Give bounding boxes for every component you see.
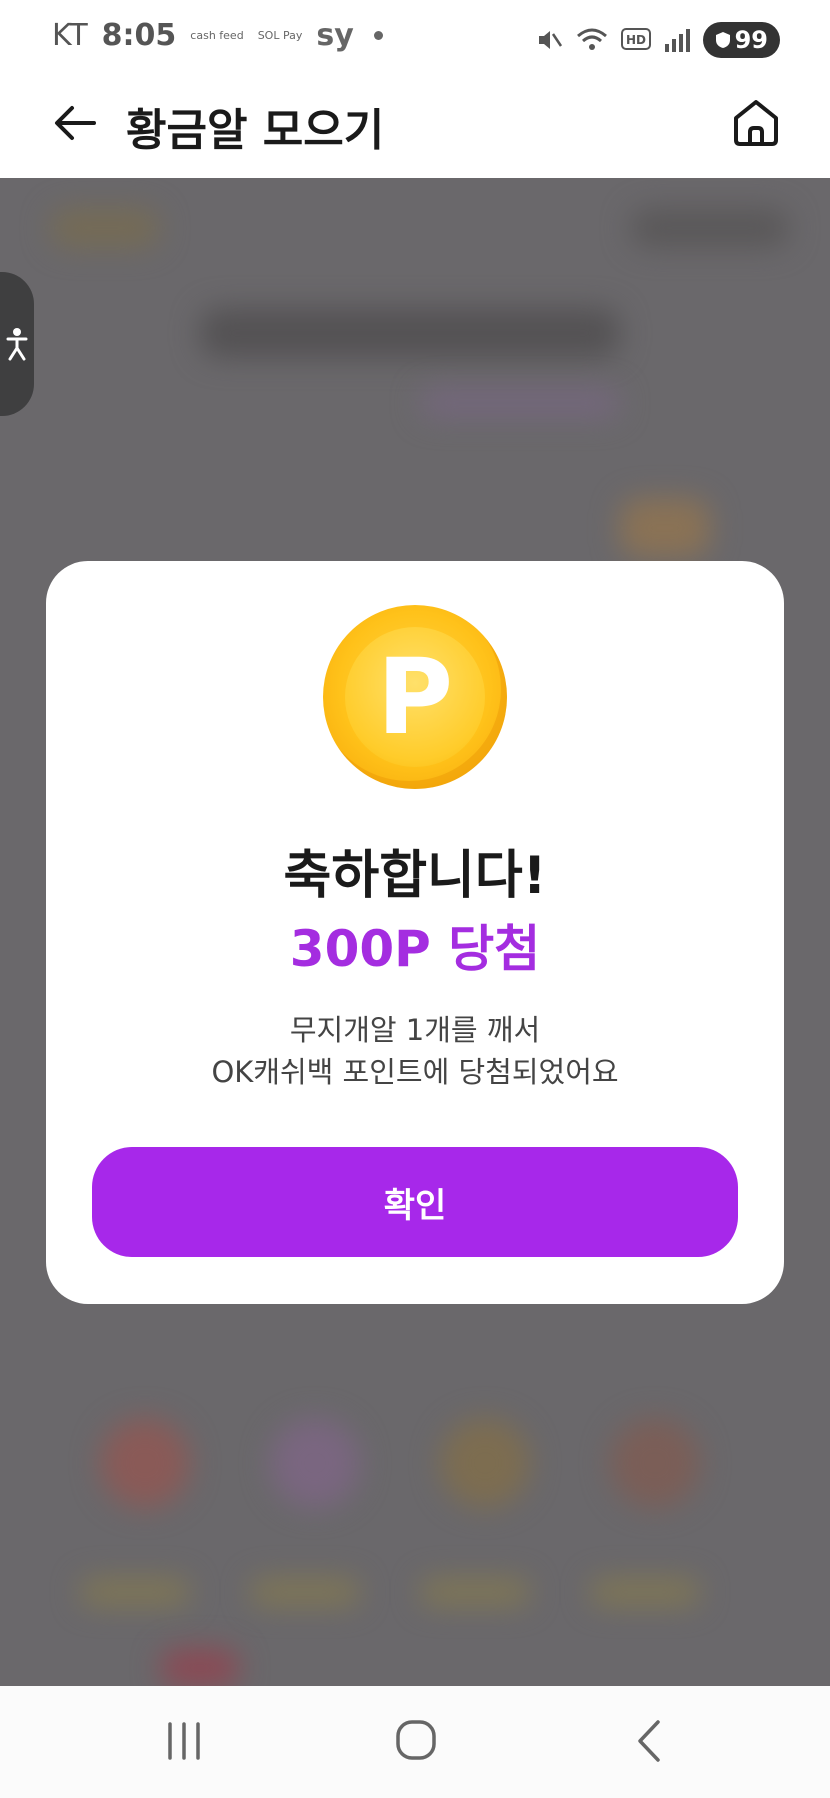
back-button[interactable] <box>50 98 100 148</box>
hd-icon: HD <box>620 28 651 50</box>
wifi-icon <box>576 28 607 50</box>
bg-blur-block <box>200 308 620 358</box>
bg-blur-block <box>50 208 160 248</box>
carrier-label: KT <box>52 18 88 53</box>
bg-blur-block <box>160 1648 240 1686</box>
bg-blur-block <box>80 1578 190 1606</box>
sy-icon: sy <box>316 18 354 53</box>
page-title: 황금알 모으기 <box>126 105 385 156</box>
cashfeed-icon: cash feed <box>190 29 244 42</box>
solpay-icon: SOL Pay <box>257 29 303 42</box>
recent-apps-icon <box>168 1722 200 1760</box>
bg-blur-block <box>420 388 620 418</box>
bg-blur-block <box>270 1418 360 1508</box>
bg-blur-block <box>620 498 710 558</box>
home-button[interactable] <box>728 94 784 150</box>
bg-blur-block <box>100 1418 190 1508</box>
system-nav-bar <box>0 1686 830 1798</box>
bg-blur-block <box>610 1418 700 1508</box>
congrats-heading: 축하합니다! <box>283 846 547 906</box>
point-coin-icon: P <box>323 605 507 789</box>
coin-letter: P <box>376 636 454 758</box>
arrow-left-icon <box>55 106 96 140</box>
bg-blur-block <box>440 1418 530 1508</box>
recent-apps-button[interactable] <box>154 1716 214 1766</box>
clock: 8:05 <box>101 18 177 53</box>
accessibility-icon <box>6 328 28 361</box>
signal-icon <box>664 29 690 52</box>
battery-indicator: 99 <box>702 22 780 58</box>
bg-blur-block <box>630 208 790 248</box>
reward-modal: P 축하합니다! 300P 당첨 무지개알 1개를 깨서 OK캐쉬백 포인트에 … <box>46 561 784 1304</box>
bg-blur-block <box>590 1578 700 1606</box>
accessibility-tab[interactable] <box>0 272 34 416</box>
bg-blur-block <box>250 1578 360 1606</box>
battery-level: 99 <box>734 26 768 54</box>
home-nav-button[interactable] <box>386 1716 446 1766</box>
description-line-1: 무지개알 1개를 깨서 <box>289 1013 541 1047</box>
chevron-left-icon <box>638 1720 660 1762</box>
shield-icon <box>715 32 730 48</box>
description-line-2: OK캐쉬백 포인트에 당첨되었어요 <box>211 1055 619 1089</box>
mute-icon <box>538 31 562 49</box>
home-icon <box>734 100 778 146</box>
status-bar: KT 8:05 cash feed SOL Pay sy HD 99 <box>0 0 830 80</box>
status-left: KT 8:05 cash feed SOL Pay sy <box>52 18 383 53</box>
bg-blur-block <box>420 1578 530 1606</box>
home-circle-icon <box>396 1720 436 1760</box>
confirm-button[interactable]: 확인 <box>92 1147 738 1257</box>
notification-dot-icon <box>373 31 383 40</box>
reward-description: 무지개알 1개를 깨서 OK캐쉬백 포인트에 당첨되었어요 <box>46 1009 784 1093</box>
svg-text:HD: HD <box>626 33 646 47</box>
prize-amount: 300P 당첨 <box>289 920 541 978</box>
app-header: 황금알 모으기 <box>0 80 830 178</box>
status-right: HD 99 <box>535 22 780 58</box>
back-nav-button[interactable] <box>620 1716 680 1766</box>
